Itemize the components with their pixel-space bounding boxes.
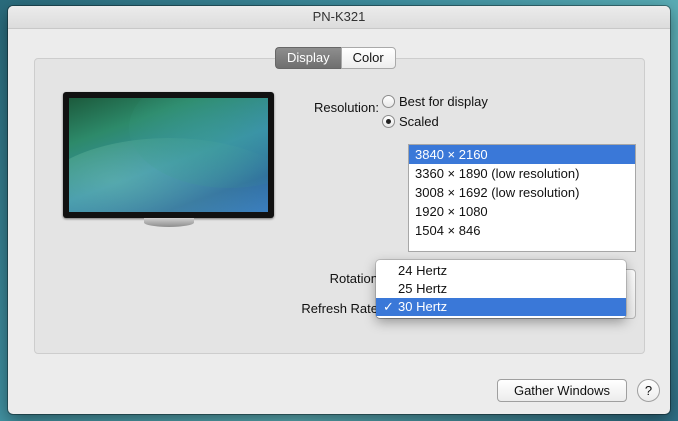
refresh-rate-option[interactable]: 24 Hertz [376,262,626,280]
scaled-label: Scaled [399,114,439,129]
display-preview-image [63,92,274,218]
scaled-option[interactable]: Scaled [382,114,439,129]
resolution-label: Resolution: [313,100,379,115]
resolution-item[interactable]: 3008 × 1692 (low resolution) [409,183,635,202]
monitor-stand [144,218,194,227]
refresh-rate-option-label: 24 Hertz [398,263,448,278]
resolution-item[interactable]: 3840 × 2160 [409,145,635,164]
wallpaper-preview [69,98,268,212]
display-preferences-window: PN-K321 Display Color Resolution: Best f… [8,6,670,414]
refresh-rate-menu[interactable]: 24 Hertz 25 Hertz ✓ 30 Hertz [376,260,626,318]
gather-windows-button[interactable]: Gather Windows [497,379,627,402]
refresh-rate-label: Refresh Rate [301,301,378,316]
best-for-display-radio[interactable] [382,95,395,108]
scaled-radio[interactable] [382,115,395,128]
rotation-label: Rotation [329,271,378,286]
resolution-item[interactable]: 3360 × 1890 (low resolution) [409,164,635,183]
tab-display[interactable]: Display [275,47,341,69]
refresh-rate-option-selected[interactable]: ✓ 30 Hertz [376,298,626,316]
tab-bar: Display Color [275,47,396,69]
best-for-display-option[interactable]: Best for display [382,94,488,109]
tab-color[interactable]: Color [340,47,396,69]
refresh-rate-option-label: 25 Hertz [398,281,448,296]
checkmark-icon: ✓ [383,299,394,314]
window-title: PN-K321 [8,6,670,29]
refresh-rate-option-label: 30 Hertz [398,299,448,314]
resolution-item[interactable]: 1504 × 846 [409,221,635,240]
scaled-resolution-list[interactable]: 3840 × 2160 3360 × 1890 (low resolution)… [408,144,636,252]
best-for-display-label: Best for display [399,94,488,109]
resolution-item[interactable]: 1920 × 1080 [409,202,635,221]
refresh-rate-option[interactable]: 25 Hertz [376,280,626,298]
help-icon[interactable]: ? [637,379,660,402]
